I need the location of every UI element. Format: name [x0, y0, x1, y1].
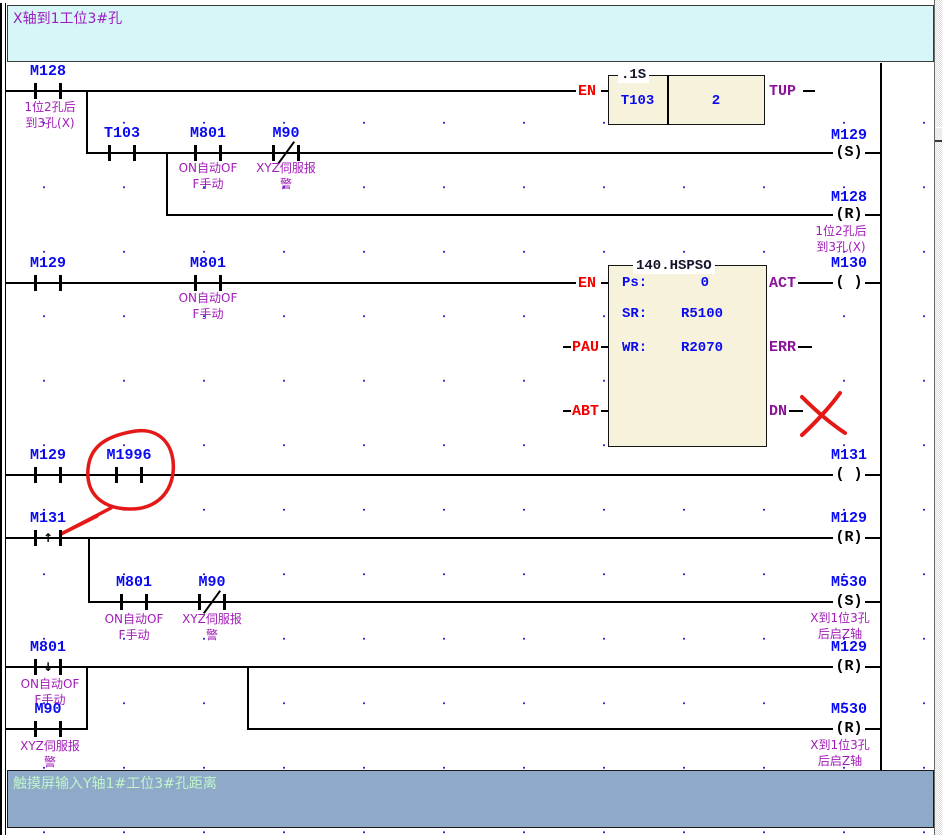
coil-n2-m130-out[interactable]: ( ) [829, 274, 869, 292]
falling-edge-icon: ↓ [37, 659, 59, 675]
vertical-scrollbar-track[interactable] [935, 0, 942, 835]
contact-n4-m801[interactable] [120, 594, 148, 610]
contact-label-n3-m129: M129 [8, 448, 88, 464]
contact-n1-t103[interactable] [108, 145, 136, 161]
contact-n1-m90-nc[interactable] [272, 145, 300, 161]
coil-label-n3-m131: M131 [814, 448, 884, 464]
contact-label-n1-m128: M128 [8, 64, 88, 80]
contact-comment-n1-m90: XYZ伺服报 警 [234, 160, 338, 192]
contact-label-n4-m131: M131 [8, 511, 88, 527]
contact-label-n3-m1996: M1996 [80, 448, 178, 464]
hspso-param-label-ps: Ps: [622, 275, 647, 291]
contact-label-n5-m801: M801 [8, 640, 88, 656]
contact-label-n4-m90: M90 [172, 575, 252, 591]
coil-label-n5-m129-rst: M129 [814, 640, 884, 656]
network-comment-top[interactable]: X轴到1工位3#孔 [7, 5, 934, 62]
contact-label-n5-m90: M90 [8, 702, 88, 718]
coil-n1-m128-rst[interactable]: (R) [829, 206, 869, 224]
contact-n2-m801[interactable] [194, 275, 222, 291]
hspso-pin-err: ERR [769, 340, 796, 355]
contact-n5-m801-falling[interactable]: ↓ [34, 659, 62, 675]
contact-n3-m129[interactable] [34, 467, 62, 483]
coil-comment-n5-m530-rst: X到1位3孔 后启Z轴 [796, 737, 884, 769]
contact-label-n2-m129: M129 [8, 256, 88, 272]
contact-n4-m90-nc[interactable] [198, 594, 226, 610]
right-power-rail [880, 63, 882, 770]
hspso-pin-act: ACT [769, 276, 796, 291]
hspso-param-value-wr: R2070 [663, 340, 723, 356]
hspso-pin-pau: PAU [572, 340, 599, 355]
coil-n3-m131-out[interactable]: ( ) [829, 466, 869, 484]
timer-pin-tup: TUP [769, 84, 796, 99]
contact-n3-m1996[interactable] [115, 467, 143, 483]
network-comment-bottom-text: 触摸屏输入Y轴1#工位3#孔距离 [13, 773, 217, 793]
hspso-pin-abt: ABT [572, 404, 599, 419]
timer-name: T103 [608, 93, 667, 109]
timer-pin-en: EN [578, 84, 596, 99]
hspso-param-value-ps: 0 [663, 275, 709, 291]
hspso-param-label-wr: WR: [622, 340, 647, 356]
hspso-block-title: 140.HSPSO [633, 258, 715, 274]
contact-n4-m131-rising[interactable]: ↑ [34, 530, 62, 546]
hspso-param-value-sr: R5100 [663, 306, 723, 322]
coil-comment-n1-m128-rst: 1位2孔后 到3孔(X) [798, 223, 884, 255]
rising-edge-icon: ↑ [37, 530, 59, 546]
left-power-rail-outer [0, 3, 2, 835]
contact-comment-n4-m90: XYZ伺服报 警 [160, 611, 264, 643]
contact-label-n2-m801: M801 [168, 256, 248, 272]
coil-n1-m129-set[interactable]: (S) [829, 144, 869, 162]
network-comment-bottom[interactable]: 触摸屏输入Y轴1#工位3#孔距离 [7, 770, 934, 828]
contact-label-n1-t103: T103 [82, 126, 162, 142]
hspso-pin-en: EN [578, 276, 596, 291]
red-x-annotation [795, 388, 851, 440]
network-comment-top-text: X轴到1工位3#孔 [13, 8, 122, 28]
coil-label-n5-m530-rst: M530 [814, 702, 884, 718]
coil-label-n1-m129-set: M129 [814, 128, 884, 144]
contact-comment-n2-m801: ON自动OF F手动 [156, 290, 260, 322]
contact-label-n4-m801: M801 [94, 575, 174, 591]
contact-label-n1-m801: M801 [168, 126, 248, 142]
coil-label-n4-m530-set: M530 [814, 575, 884, 591]
ladder-editor-canvas: X轴到1工位3#孔 M128 1位2孔后 到3孔(X) EN .1S T103 … [0, 0, 942, 835]
hspso-function-block[interactable] [608, 265, 767, 447]
hspso-param-label-sr: SR: [622, 306, 647, 322]
coil-n4-m129-rst[interactable]: (R) [829, 529, 869, 547]
coil-n5-m129-rst[interactable]: (R) [829, 658, 869, 676]
contact-n5-m90[interactable] [34, 721, 62, 737]
coil-label-n4-m129-rst: M129 [814, 511, 884, 527]
contact-comment-n5-m90: XYZ伺服报 警 [4, 738, 96, 770]
timer-time-base: .1S [618, 67, 649, 83]
timer-preset-value: 2 [667, 93, 765, 109]
contact-n2-m129[interactable] [34, 275, 62, 291]
vertical-scrollbar-thumb[interactable] [935, 127, 942, 142]
coil-n5-m530-rst[interactable]: (R) [829, 720, 869, 738]
contact-n1-m128[interactable] [34, 83, 62, 99]
coil-label-n1-m128-rst: M128 [814, 190, 884, 206]
hspso-pin-dn: DN [769, 404, 787, 419]
coil-label-n2-m130: M130 [814, 256, 884, 272]
coil-n4-m530-set[interactable]: (S) [829, 593, 869, 611]
contact-n1-m801[interactable] [194, 145, 222, 161]
coil-comment-n4-m530-set: X到1位3孔 后启Z轴 [796, 610, 884, 642]
contact-label-n1-m90: M90 [246, 126, 326, 142]
